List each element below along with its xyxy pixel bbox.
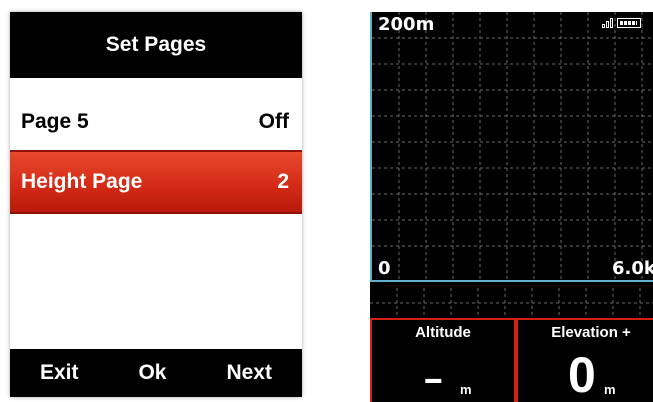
altitude-title: Altitude [415, 324, 471, 341]
elevation-title: Elevation + [551, 324, 631, 341]
height-page-screen: 200m 0 6.0km Altitude -- m Elevation + 0… [370, 12, 653, 402]
elevation-value: 0 [568, 347, 596, 402]
graph-min-label: 0 [378, 258, 391, 279]
menu-item-height-page[interactable]: Height Page 2 [10, 150, 302, 214]
set-pages-screen: Set Pages Page 5 Off Height Page 2 Exit … [10, 12, 302, 397]
menu-item-value: Off [258, 110, 289, 133]
softkey-bar: Exit Ok Next [10, 349, 302, 397]
battery-icon [617, 18, 641, 28]
next-button[interactable]: Next [226, 361, 272, 385]
menu-item-page-5[interactable]: Page 5 Off [10, 90, 302, 154]
menu-item-label: Height Page [21, 170, 143, 193]
elevation-gain-field[interactable]: Elevation + 0 m [516, 318, 653, 402]
elevation-graph: 200m 0 6.0km [370, 12, 653, 282]
exit-button[interactable]: Exit [40, 361, 79, 385]
altitude-unit: m [460, 382, 472, 397]
altitude-value: -- [424, 360, 443, 398]
menu-title: Set Pages [105, 33, 207, 56]
menu-item-value: 2 [277, 170, 289, 193]
elevation-unit: m [604, 382, 616, 397]
graph-grid-lower [370, 288, 653, 318]
menu-header: Set Pages [10, 12, 302, 78]
ok-button[interactable]: Ok [138, 361, 166, 385]
menu-item-label: Page 5 [21, 110, 89, 133]
status-icons [602, 18, 641, 28]
graph-distance-label: 6.0km [612, 258, 653, 279]
graph-max-label: 200m [378, 14, 435, 35]
graph-grid [372, 12, 653, 282]
altitude-field[interactable]: Altitude -- m [370, 318, 516, 402]
signal-icon [602, 18, 613, 28]
